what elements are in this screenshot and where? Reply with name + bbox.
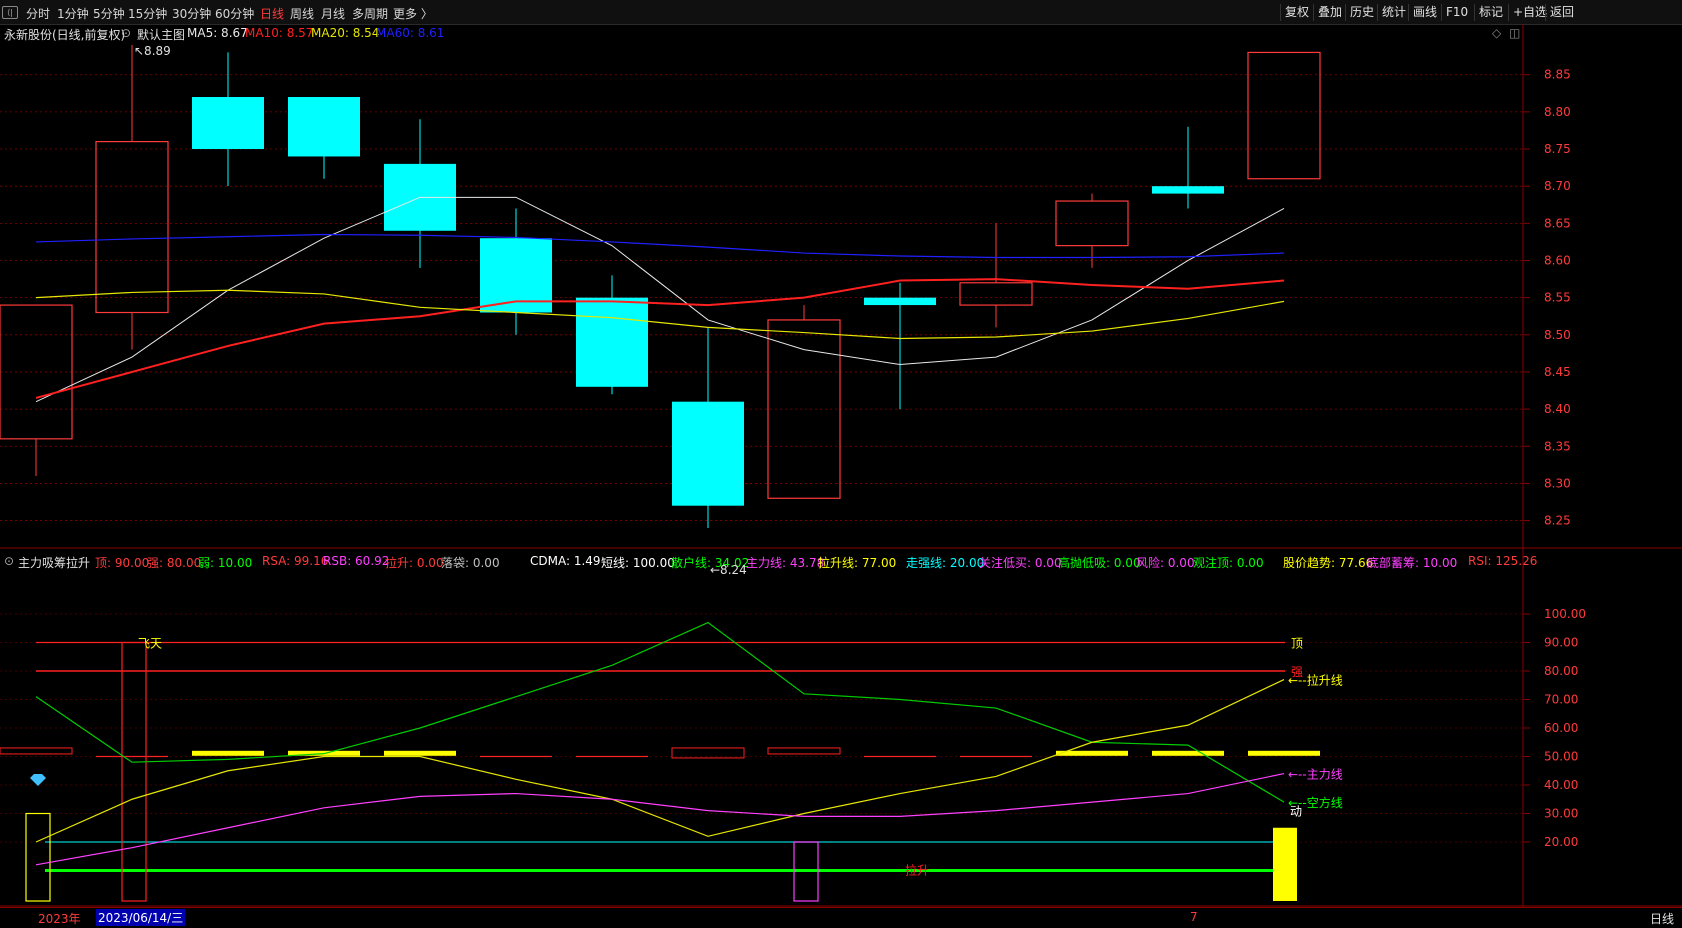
label-main-line: ←--主力线	[1288, 768, 1343, 782]
mid-bar	[1152, 750, 1224, 756]
price-tick-label: 8.25	[1544, 514, 1571, 528]
mid-bar	[1248, 750, 1320, 756]
signal-bar-fill	[1273, 827, 1297, 901]
indicator-tick-label: 70.00	[1544, 693, 1578, 707]
price-tick-label: 8.85	[1544, 68, 1571, 82]
year-label: 2023年	[38, 912, 81, 926]
indicator-tick-label: 20.00	[1544, 835, 1578, 849]
candle-body	[288, 97, 360, 157]
mid-bar	[192, 750, 264, 756]
label-top: 顶	[1291, 637, 1303, 651]
indicator-tick-label: 60.00	[1544, 721, 1578, 735]
retail-line	[35, 621, 1285, 803]
ma-line-ma5	[35, 196, 1285, 403]
diamond-icon	[30, 774, 46, 786]
price-tick-label: 8.65	[1544, 216, 1571, 230]
candle-body	[95, 141, 169, 314]
status-bar: 2023年 2023/06/14/三 7 日线	[0, 907, 1682, 928]
price-tick-label: 8.70	[1544, 179, 1571, 193]
price-tick-label: 8.50	[1544, 328, 1571, 342]
price-tick-label: 8.80	[1544, 105, 1571, 119]
indicator-tick-label: 100.00	[1544, 607, 1586, 621]
low-annotation: ←8.24	[710, 563, 747, 577]
label-lift-line: ←--拉升线	[1288, 673, 1343, 688]
candle-body	[1152, 186, 1224, 194]
indicator-tick-label: 40.00	[1544, 778, 1578, 792]
main-force-line	[35, 773, 1285, 866]
indicator-tick-label: 80.00	[1544, 664, 1578, 678]
label-move: 动	[1290, 805, 1302, 819]
candle-body	[864, 297, 936, 306]
mid-bar	[0, 747, 73, 755]
candle-body	[576, 297, 648, 387]
price-tick-label: 8.45	[1544, 365, 1571, 379]
lift-line	[35, 679, 1285, 843]
price-tick-label: 8.55	[1544, 291, 1571, 305]
price-tick-label: 8.35	[1544, 439, 1571, 453]
indicator-tick-label: 50.00	[1544, 750, 1578, 764]
mid-bar	[767, 747, 841, 755]
candle-body	[192, 97, 264, 150]
indicator-tick-label: 30.00	[1544, 807, 1578, 821]
high-annotation: ↖8.89	[134, 44, 171, 58]
ma-line-ma10	[35, 278, 1285, 399]
month-label: 7	[1190, 910, 1198, 924]
chart-svg[interactable]: 8.85 8.80 8.75 8.70 8.65 8.60 8.55 8.50 8.45 8.40…	[0, 0, 1682, 927]
candle-body	[959, 282, 1033, 306]
candle-body	[767, 319, 841, 499]
signal-bar-yellow	[25, 812, 51, 902]
price-tick-label: 8.60	[1544, 253, 1571, 267]
price-tick-label: 8.30	[1544, 476, 1571, 490]
signal-bar-red	[121, 641, 147, 902]
candle-body	[1247, 51, 1321, 180]
mid-bar	[671, 747, 745, 759]
indicator-tick-label: 90.00	[1544, 636, 1578, 650]
label-feitian: 飞天	[138, 637, 162, 651]
price-tick-label: 8.40	[1544, 402, 1571, 416]
label-lashen: 拉升	[905, 863, 929, 878]
cursor-date: 2023/06/14/三	[96, 909, 186, 926]
period-label[interactable]: 日线	[1650, 910, 1674, 927]
mid-bar	[384, 750, 456, 756]
candle-body	[672, 401, 744, 506]
price-tick-label: 8.75	[1544, 142, 1571, 156]
